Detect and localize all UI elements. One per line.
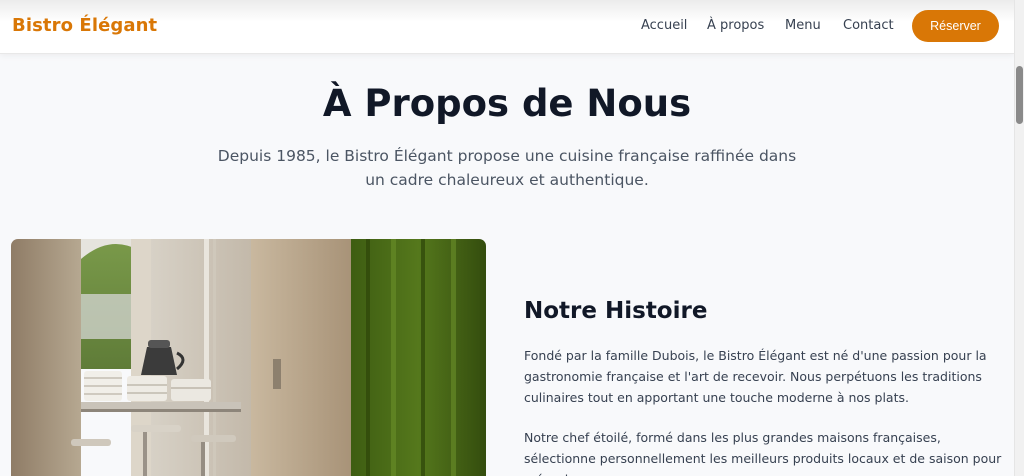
history-paragraph-2: Notre chef étoilé, formé dans les plus g…: [524, 430, 1002, 476]
restaurant-interior-image: [11, 239, 486, 476]
history-title: Notre Histoire: [524, 298, 708, 324]
page-title: À Propos de Nous: [322, 82, 692, 125]
reserve-button[interactable]: Réserver: [912, 10, 999, 42]
restaurant-interior-photo: [11, 239, 486, 476]
page-scrollbar[interactable]: [1014, 0, 1024, 476]
brand-logo[interactable]: Bistro Élégant: [12, 15, 157, 36]
top-navbar: Bistro Élégant Accueil À propos Menu Con…: [0, 0, 1014, 54]
nav-link-menu[interactable]: Menu: [785, 18, 821, 33]
nav-link-a-propos[interactable]: À propos: [707, 18, 764, 33]
scrollbar-thumb[interactable]: [1016, 66, 1023, 124]
page-subtitle: Depuis 1985, le Bistro Élégant propose u…: [217, 147, 797, 189]
nav-link-contact[interactable]: Contact: [843, 18, 894, 33]
history-paragraph-1: Fondé par la famille Dubois, le Bistro É…: [524, 348, 987, 405]
nav-link-accueil[interactable]: Accueil: [641, 18, 687, 33]
